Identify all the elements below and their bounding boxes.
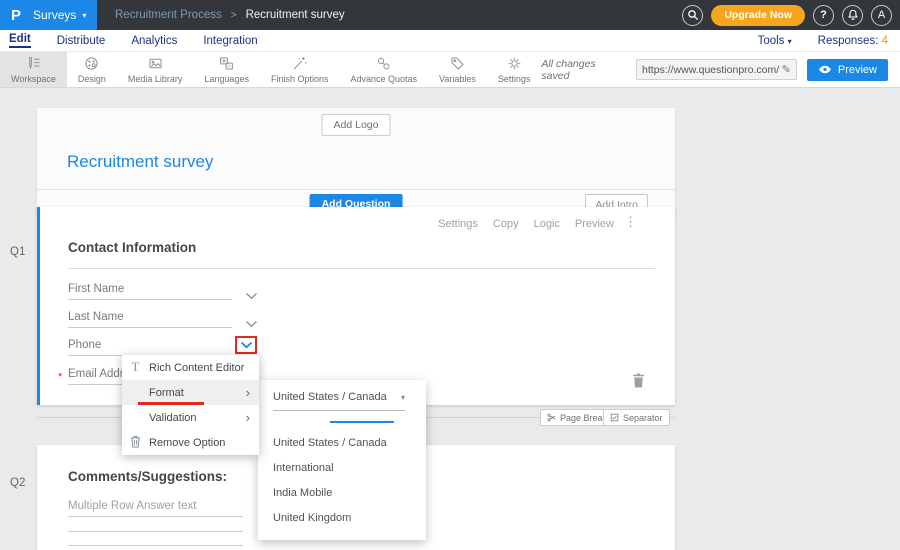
bell-icon <box>847 9 859 21</box>
add-logo-button[interactable]: Add Logo <box>322 114 391 136</box>
submenu-arrow-icon: › <box>246 410 250 425</box>
preview-button[interactable]: Preview <box>807 59 888 81</box>
kebab-menu-icon[interactable]: ⋮ <box>624 214 637 230</box>
format-option-international[interactable]: International <box>273 462 334 474</box>
question-title-q2[interactable]: Comments/Suggestions: <box>68 469 227 484</box>
rich-text-icon: T <box>122 360 149 375</box>
responses-link[interactable]: Responses: 4 <box>818 35 888 47</box>
settings-gear-icon <box>506 55 523 72</box>
field-first-name[interactable]: First Name <box>68 283 232 300</box>
question-number-q1: Q1 <box>10 246 25 258</box>
menu-item-rich-content-editor[interactable]: T Rich Content Editor <box>122 355 259 380</box>
toolbar-workspace[interactable]: Workspace <box>0 52 67 87</box>
search-button[interactable] <box>682 5 703 26</box>
required-asterisk: * <box>58 371 62 383</box>
submenu-arrow-icon: › <box>246 385 250 400</box>
chevron-down-icon: ▾ <box>82 11 86 20</box>
tab-edit[interactable]: Edit <box>9 33 31 48</box>
active-indicator <box>330 421 394 423</box>
question-settings-link[interactable]: Settings <box>438 218 478 230</box>
workspace-icon <box>25 55 42 72</box>
responses-count: 4 <box>882 35 888 47</box>
question-logic-link[interactable]: Logic <box>534 218 560 230</box>
help-button[interactable]: ? <box>813 5 834 26</box>
tab-distribute[interactable]: Distribute <box>57 35 106 47</box>
annotation-highlight-box <box>235 336 257 354</box>
eye-icon <box>818 65 832 74</box>
trash-icon <box>632 373 645 388</box>
toolbar-finish-options[interactable]: Finish Options <box>260 52 340 87</box>
page-break-scissors-icon <box>547 413 556 422</box>
answer-row-line <box>68 545 243 546</box>
survey-nav: Edit Distribute Analytics Integration To… <box>0 30 900 52</box>
upgrade-now-button[interactable]: Upgrade Now <box>711 5 805 26</box>
tab-analytics[interactable]: Analytics <box>131 35 177 47</box>
row-options-chevron-icon[interactable] <box>245 315 258 333</box>
media-library-icon <box>147 55 164 72</box>
field-phone[interactable]: Phone <box>68 339 232 356</box>
multi-row-answer-field[interactable]: Multiple Row Answer text <box>68 500 243 517</box>
survey-header-card: Add Logo Recruitment survey Add Question… <box>37 108 675 216</box>
question-number-q2: Q2 <box>10 477 25 489</box>
survey-title[interactable]: Recruitment survey <box>37 144 675 189</box>
format-option-united-kingdom[interactable]: United Kingdom <box>273 512 351 524</box>
trash-outline-icon <box>122 435 149 451</box>
svg-text:A: A <box>228 64 232 69</box>
menu-item-validation[interactable]: Validation › <box>122 405 259 430</box>
breadcrumb-current: Recruitment survey <box>246 9 345 21</box>
toolbar-settings[interactable]: Settings <box>487 52 542 87</box>
question-actions: Settings Copy Logic Preview <box>438 218 614 230</box>
toolbar-design[interactable]: Design <box>67 52 117 87</box>
avatar-letter: A <box>878 9 885 21</box>
survey-url-input[interactable] <box>642 64 779 76</box>
languages-icon: A <box>218 55 235 72</box>
row-options-chevron-icon-active[interactable] <box>240 341 253 349</box>
top-navbar: P Surveys ▾ Recruitment Process > Recrui… <box>0 0 900 30</box>
format-option-us-canada[interactable]: United States / Canada <box>273 437 387 449</box>
surveys-menu[interactable]: P Surveys ▾ <box>0 0 97 30</box>
variables-tag-icon <box>449 55 466 72</box>
toolbar-advance-quotas[interactable]: Advance Quotas <box>339 52 428 87</box>
separator-button[interactable]: Separator <box>603 409 670 426</box>
format-option-india-mobile[interactable]: India Mobile <box>273 487 332 499</box>
advance-quotas-icon <box>375 55 392 72</box>
survey-url-box: ✎ <box>636 59 797 80</box>
answer-row-line <box>68 531 243 532</box>
row-options-context-menu: T Rich Content Editor Format › Validatio… <box>122 355 259 455</box>
design-palette-icon <box>83 55 100 72</box>
toolbar-languages[interactable]: A Languages <box>193 52 260 87</box>
menu-item-remove-option[interactable]: Remove Option <box>122 430 259 455</box>
question-copy-link[interactable]: Copy <box>493 218 519 230</box>
delete-question-button[interactable] <box>632 373 645 393</box>
format-select[interactable]: United States / Canada ▾ <box>273 391 405 411</box>
breadcrumb: Recruitment Process > Recruitment survey <box>115 9 345 21</box>
toolbar-variables[interactable]: Variables <box>428 52 487 87</box>
breadcrumb-separator-icon: > <box>231 10 237 21</box>
edit-url-pencil-icon[interactable]: ✎ <box>782 63 791 76</box>
editor-toolbar: Workspace Design Media Library A Languag… <box>0 52 900 88</box>
account-avatar[interactable]: A <box>871 5 892 26</box>
toolbar-media-library[interactable]: Media Library <box>117 52 194 87</box>
save-status: All changes saved <box>541 58 626 82</box>
annotation-underline <box>138 402 204 405</box>
chevron-down-icon: ▾ <box>788 37 792 46</box>
questionpro-logo-icon: P <box>11 7 21 24</box>
question-title-q1[interactable]: Contact Information <box>68 240 655 269</box>
breadcrumb-parent[interactable]: Recruitment Process <box>115 9 222 21</box>
phone-format-submenu: United States / Canada ▾ United States /… <box>258 380 426 540</box>
select-caret-icon: ▾ <box>401 393 405 402</box>
question-mark-icon: ? <box>820 9 827 21</box>
tools-dropdown[interactable]: Tools ▾ <box>758 35 792 47</box>
separator-icon <box>610 413 619 422</box>
field-last-name[interactable]: Last Name <box>68 311 232 328</box>
product-label: Surveys <box>33 8 76 22</box>
tab-integration[interactable]: Integration <box>203 35 257 47</box>
search-icon <box>687 9 699 21</box>
row-options-chevron-icon[interactable] <box>245 287 258 305</box>
notifications-button[interactable] <box>842 5 863 26</box>
finish-options-wand-icon <box>291 55 308 72</box>
question-preview-link[interactable]: Preview <box>575 218 614 230</box>
